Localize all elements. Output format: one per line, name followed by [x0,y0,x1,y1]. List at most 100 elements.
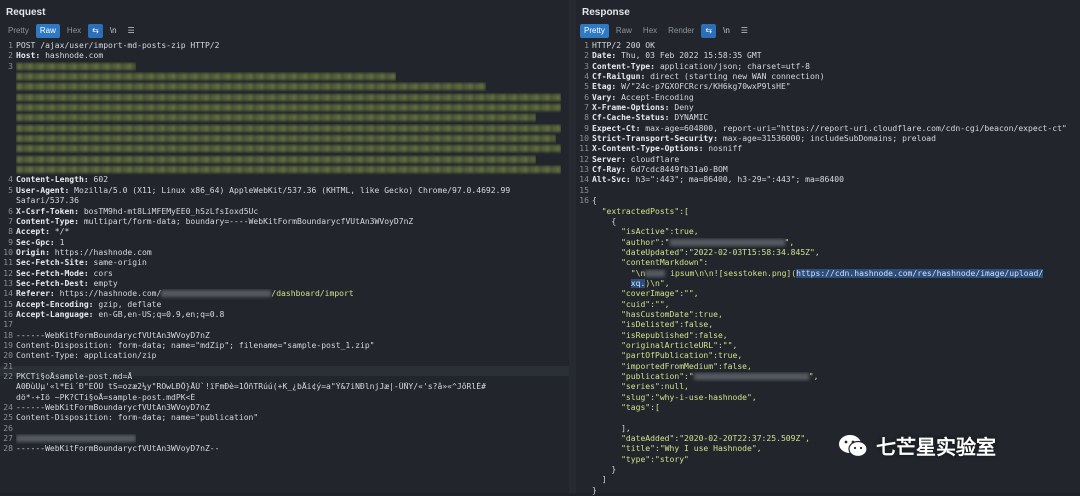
line-text: Sec-Gpc: 1 [16,238,64,248]
redacted-block [16,83,486,90]
line-value: { [592,196,597,205]
wrap-icon[interactable]: ⇆ [88,24,103,38]
code-line: "series":null, [576,382,1080,392]
line-number: 9 [576,124,592,134]
selected-url[interactable]: xq. [631,279,646,288]
line-value: Deny [670,103,694,112]
line-value: PKCTi§oÅsample-post.md=Å [16,372,132,381]
line-text: Vary: Accept-Encoding [592,93,694,103]
response-toolbar: Pretty Raw Hex Render ⇆ \n ☰ [580,24,752,38]
code-line [0,113,569,123]
line-number: 24 [0,403,16,413]
raw-tab[interactable]: Raw [36,24,60,38]
line-number: 13 [576,165,592,175]
code-line: 2 Date: Thu, 03 Feb 2022 15:58:35 GMT [576,51,1080,61]
line-number: 13 [0,279,16,289]
line-value: "dateUpdated":"2022-02-03T15:58:34.845Z"… [592,248,820,257]
line-value: ------WebKitFormBoundarycfVUtAn3WVoyD7nZ [16,403,210,412]
redacted-block [16,156,536,163]
line-number: 25 [0,413,16,423]
line-value: dö*-+Iö ~PK?CTi§oÅ=sample-post.md… [16,393,195,402]
code-line: { [576,217,1080,227]
line-value: ------WebKitFormBoundarycfVUtAn3WVoyD7nZ [16,331,210,340]
code-line: 11 Sec-Fetch-Site: same-origin [0,258,569,268]
code-line: "isRepublished":false, [576,331,1080,341]
code-line: 20 Content-Type: application/zip [0,351,569,361]
code-line: "isDelisted":false, [576,320,1080,330]
line-value: */* [50,227,69,236]
pane-divider[interactable] [569,0,576,493]
raw-tab[interactable]: Raw [612,24,636,38]
code-line: 12 Sec-Fetch-Mode: cors [0,269,569,279]
line-number [576,258,592,268]
line-value: Mozilla/5.0 (X11; Linux x86_64) AppleWeb… [69,186,510,195]
line-text: "extractedPosts":[ [592,207,689,217]
line-number: 4 [576,72,592,82]
line-number: 1 [0,41,16,51]
code-line: dö*-+Iö ~PK?CTi§oÅ=sample-post.md… [0,393,569,403]
line-number [576,279,592,289]
code-line: "cuid":"", [576,300,1080,310]
response-editor[interactable]: 1 HTTP/2 200 OK 2 Date: Thu, 03 Feb 2022 15… [576,41,1080,496]
line-text [16,62,136,72]
render-tab[interactable]: Render [664,24,698,38]
selected-url[interactable]: https://cdn.hashnode.com/res/hashnode/im… [796,269,1043,278]
code-line: "dateUpdated":"2022-02-03T15:58:34.845Z"… [576,248,1080,258]
hex-tab[interactable]: Hex [63,24,85,38]
line-number: 19 [0,341,16,351]
line-value: Content-Disposition: form-data; name="pu… [16,413,258,422]
request-editor[interactable]: 1 POST /ajax/user/import-md-posts-zip HTT… [0,41,569,455]
line-value: 6d7cdc8449fb31a0-BOM [626,165,728,174]
header-name: Expect-Ct: [592,124,640,133]
pretty-tab[interactable]: Pretty [4,24,33,38]
code-line: 5 User-Agent: Mozilla/5.0 (X11; Linux x86… [0,186,569,196]
line-text: "isActive":true, [592,227,699,237]
watermark-text: 七芒星实验室 [876,431,996,460]
line-value: "\n [592,269,645,278]
hex-tab[interactable]: Hex [639,24,661,38]
wechat-icon [838,433,868,459]
line-number [0,72,16,82]
line-number: 5 [0,186,16,196]
line-value-tail: ", [809,372,819,381]
code-line: "author":" ", [576,238,1080,248]
redacted-block [16,145,561,152]
code-line: "coverImage":"", [576,289,1080,299]
menu-icon[interactable]: ☰ [124,24,139,38]
line-text: Sec-Fetch-Dest: empty [16,279,118,289]
line-value: bosTM9hd-mt8LiMFEMyEE0_hSzLfsIoxd5Uc [79,207,258,216]
line-number [0,144,16,154]
code-line: 16 Accept-Language: en-GB,en-US;q=0.9,en;… [0,310,569,320]
code-line: "publication":" ", [576,372,1080,382]
code-line: 27 [0,434,569,444]
newline-toggle[interactable]: \n [106,24,121,38]
watermark: 七芒星实验室 [838,431,996,460]
line-number [576,393,592,403]
line-number: 4 [0,175,16,185]
line-number: 10 [0,248,16,258]
line-value [592,279,631,288]
line-number [576,269,592,279]
line-number: 3 [0,62,16,72]
code-line: "contentMarkdown": [576,258,1080,268]
line-number: 7 [0,217,16,227]
wrap-icon[interactable]: ⇆ [701,24,716,38]
line-value: "hasCustomDate":true, [592,310,723,319]
line-text: Content-Disposition: form-data; name="pu… [16,413,258,423]
code-line: 15 Accept-Encoding: gzip, deflate [0,300,569,310]
line-value: https://hashnode.com/ [55,289,162,298]
code-line: 13 Cf-Ray: 6d7cdc8449fb31a0-BOM [576,165,1080,175]
newline-toggle[interactable]: \n [719,24,734,38]
line-number: 2 [576,51,592,61]
line-value: Thu, 03 Feb 2022 15:58:35 GMT [616,51,761,60]
line-value: "slug":"why-i-use-hashnode", [592,393,757,402]
line-text [16,155,536,165]
pretty-tab[interactable]: Pretty [580,24,609,38]
code-line: 26 [0,424,569,434]
code-line: 19 Content-Disposition: form-data; name="… [0,341,569,351]
line-number: 16 [576,196,592,206]
code-line: 18 ------WebKitFormBoundarycfVUtAn3WVoyD7… [0,331,569,341]
line-text: { [592,196,597,206]
menu-icon[interactable]: ☰ [737,24,752,38]
line-value: "coverImage":"", [592,289,699,298]
